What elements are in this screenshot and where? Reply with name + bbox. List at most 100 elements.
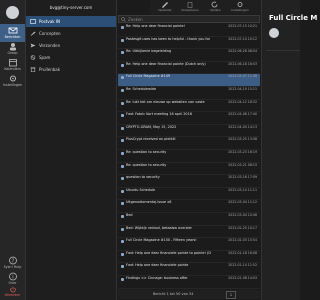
folder-trash[interactable]: Prullenbak [26, 64, 116, 75]
folder-spam[interactable]: Spam [26, 52, 116, 63]
message-row[interactable]: Uitgenodiomentaj.Issue x6 2022-03-04 11:1… [118, 200, 260, 213]
message-date: 2022-01-08 14:03 [228, 276, 257, 280]
delete-icon [187, 2, 193, 8]
message-preview-pane: Full Circle M [262, 0, 317, 300]
message-row[interactable]: Full Circle Magazine #150 - Fifteen year… [118, 238, 260, 251]
message-status-icon [121, 278, 124, 281]
compose-label: Opsteller [158, 8, 172, 12]
message-subject: Fwd: Fabric Kort meeting 16 april 2016 [126, 112, 192, 117]
message-row[interactable]: Fwd: Help one dear financiele pointe 2022… [118, 263, 260, 276]
message-status-icon [121, 63, 124, 67]
message-status-icon [121, 252, 124, 256]
account-name: bvg@tiny-server.com [49, 5, 93, 10]
settings-icon [9, 75, 16, 82]
message-row[interactable]: Bed: Wijkkjk verbod, betaalsw overzier 20… [118, 226, 260, 239]
message-row[interactable]: CRYPTO-GRAM, May 15, 2022 2022-04-04 14:1… [118, 125, 260, 138]
message-subject: Fwd: Help one dear financiele pointe to … [126, 250, 211, 255]
page-number-input[interactable]: 1 [226, 291, 236, 299]
folder-label: Postvak IN [39, 19, 60, 24]
message-date: 2022-03-14 11:11 [228, 187, 257, 192]
drafts-icon [30, 31, 36, 36]
folder-label: Prullenbak [39, 67, 61, 72]
message-status-icon [121, 215, 124, 218]
rail-item-calendar[interactable]: Kalenders [0, 56, 25, 74]
delete-button[interactable]: Verwijderen [180, 1, 200, 12]
message-subject: Re: Help one dear financial pointe (Dutc… [126, 61, 206, 66]
preview-title: Full Circle M [269, 14, 318, 22]
message-status-icon [121, 189, 124, 193]
message-subject: Re: Help one dear financial pointe! [126, 24, 185, 28]
rail-label-mail: Berichten [4, 35, 21, 39]
message-row[interactable]: Full Circle Magazine #149 2022-05-07 11:3… [118, 74, 260, 87]
message-subject: Re: Uitkijkenie begeleiding [126, 49, 172, 54]
folder-label: Spam [39, 55, 51, 60]
rail-item-logout[interactable]: Afmelden [0, 286, 25, 298]
message-date: 2022-03-21 08:15 [228, 162, 257, 167]
message-date: 2022-03-16 17:09 [228, 175, 257, 180]
folder-inbox[interactable]: Postvak IN [26, 16, 116, 27]
message-row[interactable]: Fwd: Help one dear financiele pointe to … [118, 251, 260, 264]
search-input[interactable]: Zoeken [118, 15, 260, 23]
rail-label-logout: Afmelden [4, 293, 21, 297]
rail-label-help: Sysh! Hulp [3, 265, 22, 269]
message-row[interactable]: Ubuntu Schedule 2022-03-14 11:11 [118, 188, 260, 201]
message-date: 2022-01-14 11:52 [228, 263, 257, 268]
message-subject: question to security [126, 175, 160, 180]
message-row[interactable]: Pastesgit uses has been to helpful - tha… [118, 37, 260, 50]
delete-label: Verwijderen [181, 8, 199, 12]
folder-sent[interactable]: Verzonden [26, 40, 116, 51]
message-date: 2022-01-18 16:08 [228, 250, 257, 255]
message-date: 2022-04-12 18:32 [228, 99, 257, 104]
message-status-icon [121, 164, 124, 168]
message-row[interactable]: Re: Schedulewide 2022-04-19 15:21 [118, 87, 260, 100]
search-icon [121, 17, 126, 22]
pager-text: Bericht 1 tot 50 van 34 [153, 292, 194, 296]
folder-label: Concepten [39, 31, 61, 36]
message-row[interactable]: Re: question to security 2022-03-21 08:15 [118, 163, 260, 176]
message-row[interactable]: Re: Help one dear financial pointe! 2022-… [118, 24, 260, 37]
message-date: 2022-03-23 16:19 [228, 150, 257, 154]
rail-item-settings[interactable]: Instellingen [0, 72, 25, 90]
message-status-icon [121, 51, 124, 55]
rail-item-group[interactable]: Groep [0, 40, 25, 58]
avatar[interactable] [6, 6, 19, 19]
calendar-icon [8, 59, 17, 67]
message-row[interactable]: Bed 2022-03-04 10:46 [118, 213, 260, 226]
message-toolbar: Opsteller Verwijderen Update Instellinge… [150, 0, 261, 14]
message-date: 2022-04-06 17:40 [228, 112, 257, 117]
message-status-icon [121, 38, 124, 42]
rail-label-about: Over [8, 281, 17, 285]
message-date: 2022-03-25 13:08 [228, 137, 257, 142]
rail-item-about[interactable]: i Over [0, 272, 25, 286]
rail-label-calendar: Kalenders [4, 67, 21, 71]
message-row[interactable]: Findings <> Cinnage: business offer 2022-… [118, 276, 260, 289]
message-status-icon [121, 89, 124, 92]
rail-item-mail[interactable]: Berichten [0, 24, 25, 42]
message-status-icon [121, 26, 124, 29]
list-settings-label: Instellingen [231, 8, 249, 12]
sender-avatar [269, 28, 279, 38]
search-placeholder: Zoeken [128, 17, 143, 22]
message-row[interactable]: Re: lukt het om nieuwe op websiten van v… [118, 100, 260, 113]
message-row[interactable]: question to security 2022-03-16 17:09 [118, 175, 260, 188]
rail-item-help[interactable]: ? Sysh! Hulp [0, 256, 25, 270]
list-settings-button[interactable]: Instellingen [230, 1, 250, 12]
spam-icon [30, 55, 36, 60]
mail-icon [8, 27, 17, 34]
message-status-icon [121, 114, 124, 118]
message-date: 2022-02-03 15:54 [228, 238, 257, 243]
message-row[interactable]: PlusCrypt received on plotkill 2022-03-25… [118, 137, 260, 150]
message-row[interactable]: Fwd: Fabric Kort meeting 16 april 2016 20… [118, 112, 260, 125]
refresh-button[interactable]: Update [205, 1, 225, 12]
refresh-icon [211, 1, 218, 8]
message-row[interactable]: Re: Uitkijkenie begeleiding 2022-06-28 08… [118, 49, 260, 62]
message-row[interactable]: Re: Help one dear financial pointe (Dutc… [118, 62, 260, 75]
message-row[interactable]: Re: question to security 2022-03-23 16:19 [118, 150, 260, 163]
app-nav-rail: Berichten Groep Kalenders Instellingen ?… [0, 0, 26, 300]
message-subject: Pastesgit uses has been to helpful - tha… [126, 36, 211, 41]
message-status-icon [121, 202, 124, 206]
message-status-icon [121, 265, 124, 269]
folder-drafts[interactable]: Concepten [26, 28, 116, 39]
message-date: 2022-04-04 14:13 [228, 124, 257, 129]
compose-button[interactable]: Opsteller [155, 1, 175, 12]
